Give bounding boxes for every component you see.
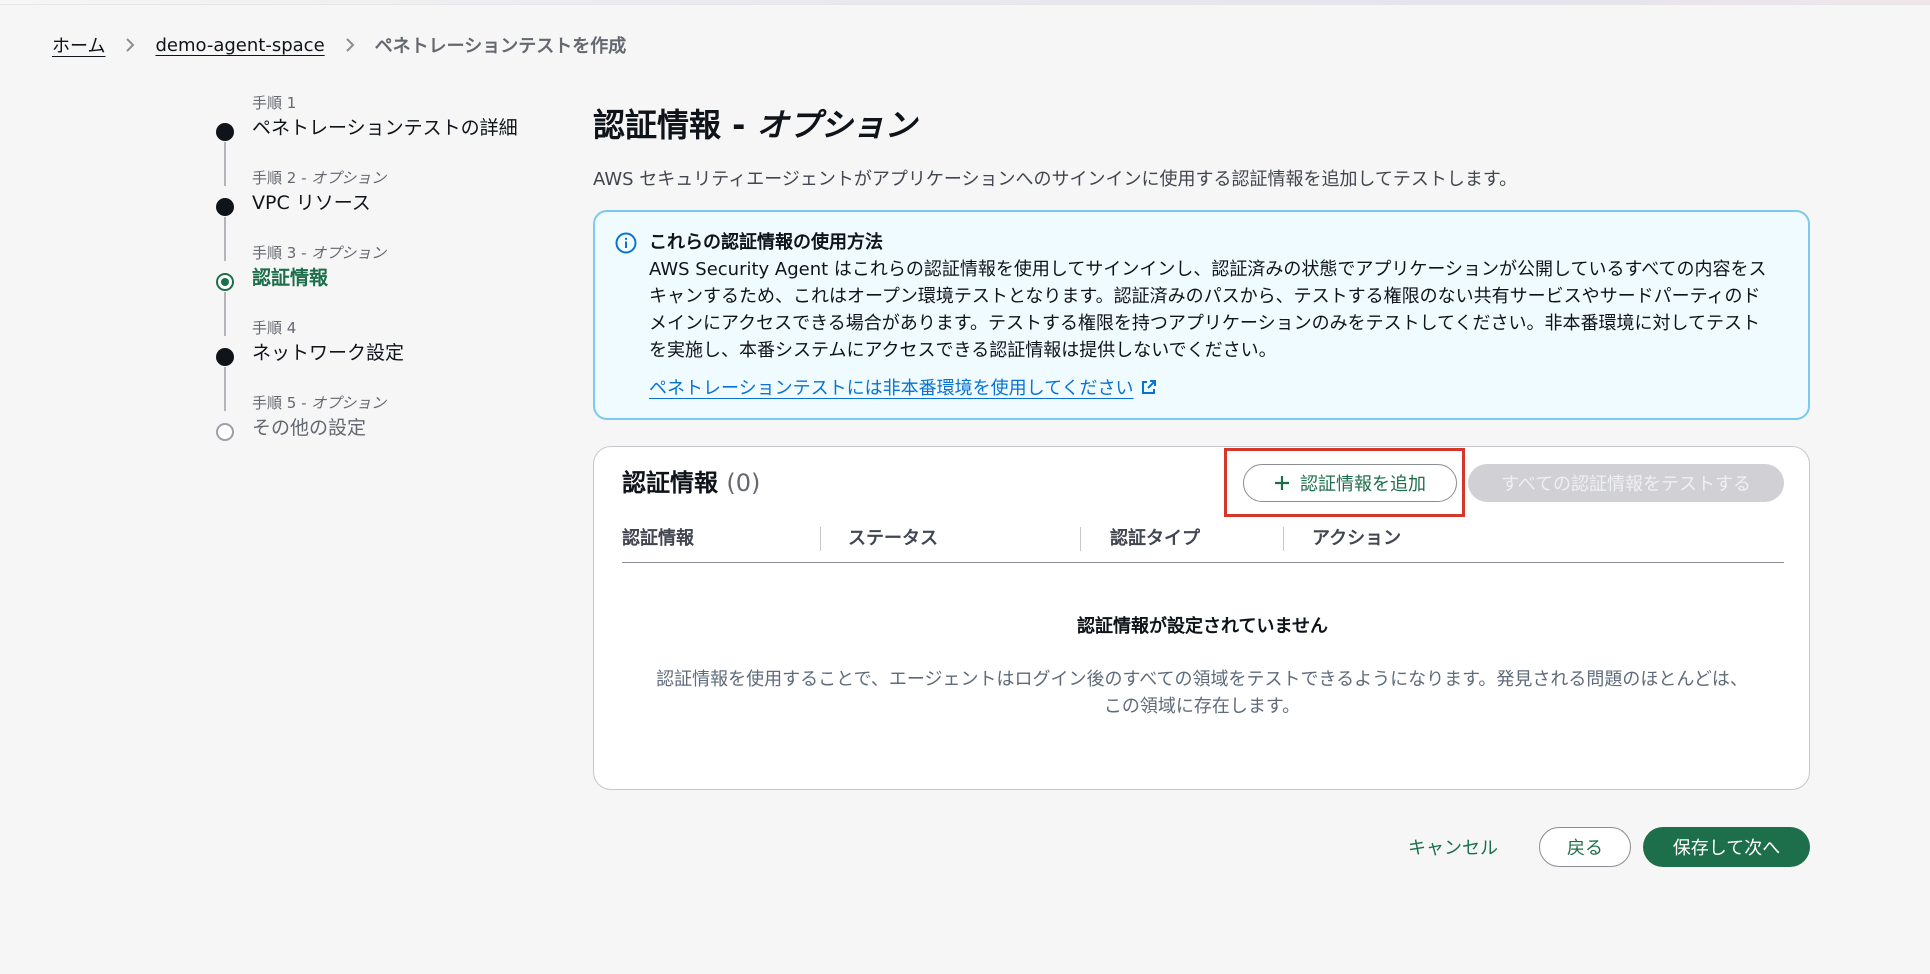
- page-title: 認証情報 - オプション: [593, 106, 917, 144]
- column-divider: [1080, 527, 1081, 551]
- info-body: AWS Security Agent はこれらの認証情報を使用してサインインし、…: [649, 259, 1767, 361]
- credentials-panel: 認証情報 (0) 認証情報を追加 すべての認証情報をテストする 認証情報 ステー…: [593, 446, 1810, 790]
- info-icon: [615, 232, 637, 254]
- page-description: AWS セキュリティエージェントがアプリケーションへのサインインに使用する認証情…: [593, 169, 1518, 190]
- step-done-icon: [216, 123, 234, 141]
- step-title: ペネトレーションテストの詳細: [252, 117, 518, 139]
- breadcrumb-home-link[interactable]: ホーム: [52, 32, 105, 58]
- chevron-right-icon: [121, 36, 139, 54]
- step-label: 手順 2 - オプション: [252, 169, 387, 187]
- back-button[interactable]: 戻る: [1539, 827, 1631, 867]
- cancel-button[interactable]: キャンセル: [1393, 827, 1513, 867]
- external-link-icon: [1141, 379, 1156, 394]
- add-credential-label: 認証情報を追加: [1300, 474, 1426, 495]
- test-all-credentials-button: すべての認証情報をテストする: [1468, 464, 1784, 502]
- step-1[interactable]: 手順 1 ペネトレーションテストの詳細: [210, 92, 550, 186]
- empty-state-description: 認証情報を使用することで、エージェントはログイン後のすべての領域をテストできるよ…: [656, 669, 1748, 717]
- step-current-icon: [216, 273, 234, 291]
- breadcrumb-agent-space-link[interactable]: demo-agent-space: [155, 35, 324, 56]
- step-done-icon: [216, 348, 234, 366]
- chevron-right-icon: [341, 36, 359, 54]
- link-label: ペネトレーションテストには非本番環境を使用してください: [649, 378, 1134, 399]
- breadcrumb-current: ペネトレーションテストを作成: [374, 36, 627, 57]
- info-alert: これらの認証情報の使用方法 AWS Security Agent はこれらの認証…: [593, 210, 1810, 420]
- plus-icon: [1275, 476, 1289, 490]
- add-credential-button[interactable]: 認証情報を追加: [1243, 464, 1457, 502]
- step-2[interactable]: 手順 2 - オプション VPC リソース: [210, 167, 550, 261]
- table-header: 認証情報 ステータス 認証タイプ アクション: [622, 525, 1784, 563]
- step-pending-icon: [216, 423, 234, 441]
- step-title: VPC リソース: [252, 192, 371, 214]
- step-4[interactable]: 手順 4 ネットワーク設定: [210, 317, 550, 411]
- breadcrumb: ホーム demo-agent-space ペネトレーションテストを作成: [52, 32, 627, 58]
- empty-state-title: 認証情報が設定されていません: [1077, 616, 1328, 637]
- column-divider: [820, 527, 821, 551]
- step-label: 手順 5 - オプション: [252, 394, 387, 412]
- column-auth-type[interactable]: 認証タイプ: [1110, 525, 1200, 553]
- non-production-link[interactable]: ペネトレーションテストには非本番環境を使用してください: [649, 374, 1157, 400]
- wizard-steps: 手順 1 ペネトレーションテストの詳細 手順 2 - オプション VPC リソー…: [210, 92, 550, 467]
- credentials-header: 認証情報 (0): [622, 469, 761, 497]
- step-3[interactable]: 手順 3 - オプション 認証情報: [210, 242, 550, 336]
- column-divider: [1283, 527, 1284, 551]
- step-title: ネットワーク設定: [252, 342, 405, 364]
- credentials-count: (0): [726, 469, 761, 497]
- step-label: 手順 4: [252, 319, 297, 337]
- step-5: 手順 5 - オプション その他の設定: [210, 392, 550, 467]
- step-label: 手順 1: [252, 94, 297, 112]
- step-title: その他の設定: [252, 417, 367, 439]
- step-title: 認証情報: [252, 267, 329, 289]
- step-label: 手順 3 - オプション: [252, 244, 387, 262]
- column-credential[interactable]: 認証情報: [622, 525, 694, 553]
- main-content: 認証情報 - オプション AWS セキュリティエージェントがアプリケーションへの…: [593, 104, 1810, 790]
- top-border: [0, 0, 1930, 5]
- info-title: これらの認証情報の使用方法: [649, 232, 883, 253]
- column-status[interactable]: ステータス: [848, 525, 938, 553]
- save-and-next-button[interactable]: 保存して次へ: [1643, 827, 1810, 867]
- column-action[interactable]: アクション: [1312, 525, 1401, 553]
- step-done-icon: [216, 198, 234, 216]
